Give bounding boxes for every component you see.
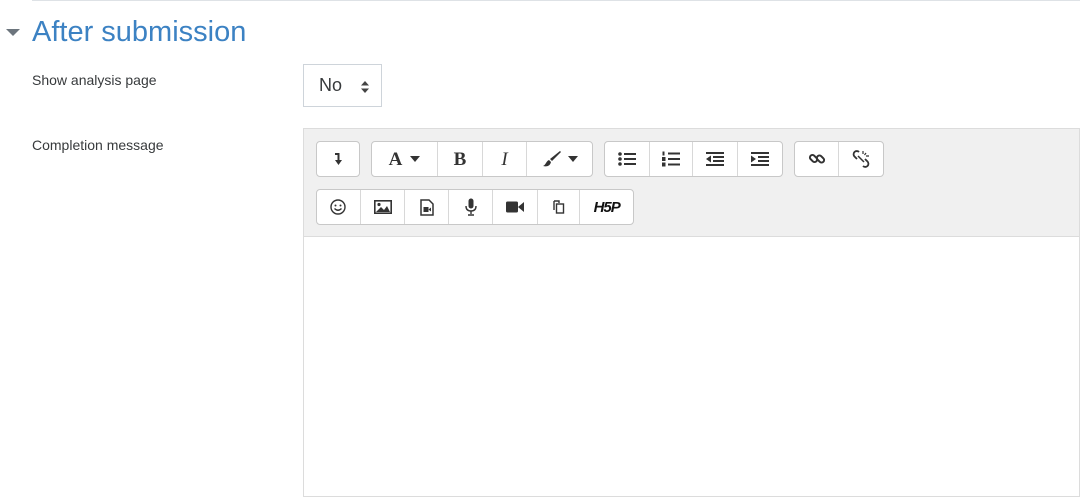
italic-icon: I bbox=[501, 148, 508, 170]
caret-down-icon[interactable] bbox=[4, 24, 22, 40]
unlink-button[interactable] bbox=[839, 142, 883, 176]
collapse-toolbar-button[interactable] bbox=[317, 142, 359, 176]
link-icon bbox=[808, 153, 825, 164]
show-analysis-label: Show analysis page bbox=[32, 72, 157, 88]
record-video-button[interactable] bbox=[493, 190, 538, 224]
emoji-icon bbox=[330, 199, 347, 215]
outdent-icon bbox=[705, 152, 724, 166]
toolbar-group-collapse bbox=[316, 141, 360, 177]
image-icon bbox=[373, 200, 392, 214]
section-divider bbox=[32, 0, 1080, 1]
font-style-icon: A bbox=[388, 148, 403, 170]
collapse-toolbar-icon bbox=[335, 153, 342, 165]
link-button[interactable] bbox=[795, 142, 840, 176]
record-video-icon bbox=[505, 201, 524, 213]
toolbar-group-lists bbox=[604, 141, 783, 177]
unlink-icon bbox=[852, 150, 870, 168]
toolbar-group-style: A B I bbox=[371, 141, 593, 177]
text-color-button[interactable] bbox=[527, 142, 592, 176]
media-icon bbox=[420, 198, 434, 216]
toolbar-group-links bbox=[794, 141, 884, 177]
text-color-icon bbox=[542, 151, 561, 167]
toolbar-group-insert: H5P bbox=[316, 189, 634, 225]
select-arrows-icon bbox=[361, 81, 369, 93]
font-style-button[interactable]: A bbox=[372, 142, 438, 176]
manage-files-icon bbox=[553, 200, 565, 214]
chevron-down-icon bbox=[567, 156, 578, 162]
record-audio-button[interactable] bbox=[449, 190, 493, 224]
section-title[interactable]: After submission bbox=[32, 12, 246, 52]
image-button[interactable] bbox=[361, 190, 406, 224]
ordered-list-icon bbox=[661, 151, 680, 167]
completion-message-label: Completion message bbox=[32, 137, 164, 153]
show-analysis-value: No bbox=[319, 75, 343, 95]
emoji-button[interactable] bbox=[317, 190, 361, 224]
h5p-icon: H5P bbox=[593, 198, 621, 216]
italic-button[interactable]: I bbox=[483, 142, 527, 176]
bold-icon: B bbox=[453, 148, 467, 170]
indent-icon bbox=[750, 152, 769, 166]
editor-toolbar: A B I H5P bbox=[303, 128, 1080, 237]
indent-button[interactable] bbox=[738, 142, 782, 176]
unordered-list-button[interactable] bbox=[605, 142, 650, 176]
bold-button[interactable]: B bbox=[438, 142, 483, 176]
chevron-down-icon bbox=[410, 156, 421, 162]
unordered-list-icon bbox=[617, 152, 636, 166]
show-analysis-select[interactable]: No bbox=[303, 64, 382, 107]
manage-files-button[interactable] bbox=[538, 190, 581, 224]
media-button[interactable] bbox=[405, 190, 450, 224]
editor-content[interactable] bbox=[314, 247, 1069, 486]
outdent-button[interactable] bbox=[693, 142, 738, 176]
completion-message-editor[interactable] bbox=[303, 237, 1080, 497]
record-audio-icon bbox=[464, 198, 477, 216]
h5p-button[interactable]: H5P bbox=[580, 190, 633, 224]
ordered-list-button[interactable] bbox=[650, 142, 694, 176]
